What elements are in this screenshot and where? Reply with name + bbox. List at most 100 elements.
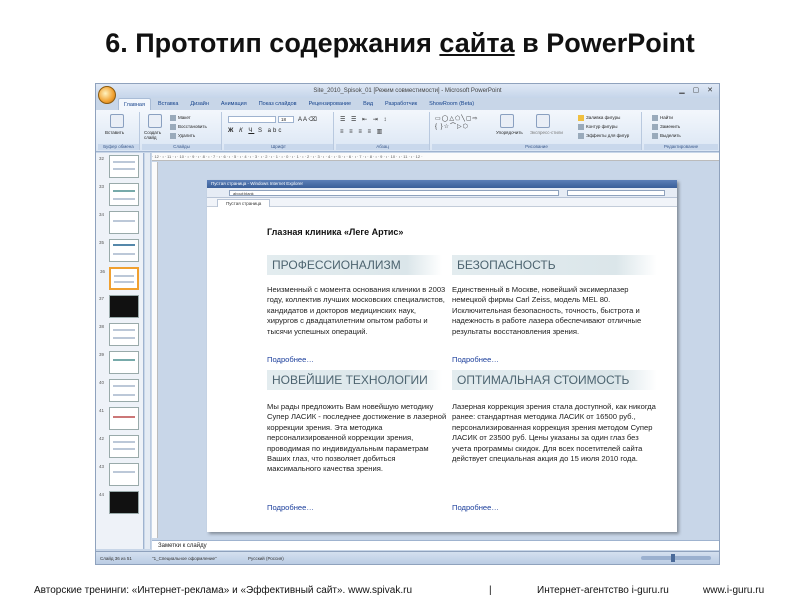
group-label-drawing: Рисование [432,144,641,150]
restore-button[interactable]: Восстановить [170,124,207,130]
group-drawing: ▭◯△⬠╲▢⇨{ }☆⌒▷⬡ Упорядочить Экспресс-стил… [432,112,642,150]
layout-button[interactable]: Макет [170,115,191,121]
tab-showroom[interactable]: ShowRoom (Beta) [424,98,479,110]
thumb-number: 32 [99,156,105,161]
window-controls[interactable]: ▁ ▢ ✕ [679,86,716,94]
tab-design[interactable]: Дизайн [185,98,214,110]
thumb-number: 33 [99,184,105,189]
shape-effects-button[interactable]: Эффекты для фигур [578,133,629,139]
font-grow-icon[interactable]: A A ⌫ [298,116,317,123]
zoom-slider-knob[interactable] [671,554,675,562]
align-icons[interactable]: ≡ ≡ ≡ ≡ ▥ [340,128,384,135]
select-button[interactable]: Выделить [652,133,681,139]
select-label: Выделить [660,133,681,139]
more-link[interactable]: Подробнее… [452,503,499,512]
tab-insert[interactable]: Вставка [153,98,183,110]
paste-button[interactable]: Вставить [105,130,124,135]
group-label-font: Шрифт [224,144,333,150]
section-heading: ОПТИМАЛЬНАЯ СТОИМОСТЬ [452,370,657,390]
section-text: Мы рады предложить Вам новейшую методику… [267,402,447,474]
slide-thumbnail[interactable]: 41 [99,407,139,430]
language-indicator[interactable]: Русский (Россия) [248,552,284,564]
arrange-button[interactable]: Упорядочить [496,130,523,135]
section-text: Неизменный с момента основания клиники в… [267,285,446,336]
slide-thumbnail[interactable]: 42 [99,435,139,458]
font-format-icons[interactable]: Ж К Ч S abc [228,128,283,134]
restore-icon [170,124,176,130]
thumb-number: 41 [99,408,105,413]
thumb-number: 42 [99,436,105,441]
slide-thumbnail-selected[interactable]: 36 [100,267,139,290]
thumb-number: 38 [99,324,105,329]
slide-thumbnail[interactable]: 40 [99,379,139,402]
slide-thumbnail[interactable]: 39 [99,351,139,374]
zoom-slider[interactable] [641,554,711,562]
restore-label: Восстановить [178,124,207,130]
tab-review[interactable]: Рецензирование [304,98,356,110]
tab-developer[interactable]: Разработчик [380,98,422,110]
thumb-number: 43 [99,464,105,469]
font-size-field[interactable]: 18 [278,116,294,123]
footer-separator: | [489,585,492,596]
more-link[interactable]: Подробнее… [267,503,314,512]
thumb-number: 39 [99,352,105,357]
browser-tabs: Пустая страница [207,198,677,207]
find-icon [652,115,658,121]
footer-right: www.i-guru.ru [703,585,765,596]
section-heading: НОВЕЙШИЕ ТЕХНОЛОГИИ [267,370,442,390]
select-icon [652,133,658,139]
slide-thumbnail[interactable]: 44 [99,491,139,514]
effects-icon [578,133,584,139]
delete-button[interactable]: Удалить [170,133,195,139]
notes-pane[interactable]: Заметки к слайду [152,540,719,550]
shape-outline-button[interactable]: Контур фигуры [578,124,617,130]
slide-thumbnail[interactable]: 38 [99,323,139,346]
shape-effects-label: Эффекты для фигур [586,133,630,139]
address-field[interactable]: about:blank [229,190,559,196]
slide-thumbnail[interactable]: 43 [99,463,139,486]
replace-icon [652,124,658,130]
find-button[interactable]: Найти [652,115,673,121]
arrange-icon[interactable] [500,114,514,128]
slide-thumbnail[interactable]: 34 [99,211,139,234]
create-slide-button[interactable]: Создать слайд [144,130,168,140]
footer: Авторские тренинги: «Интернет-реклама» и… [0,585,800,599]
replace-button[interactable]: Заменить [652,124,680,130]
slide-thumbnail[interactable]: 37 [99,295,139,318]
list-icons[interactable]: ☰ ☰ ⇤ ⇥ ↕ [340,116,388,123]
shape-fill-button[interactable]: Заливка фигуры [578,115,620,121]
website-prototype: Глазная клиника «Леге Артис» ПРОФЕССИОНА… [267,215,662,525]
slide-thumbnails-panel: 32 33 34 35 36 37 38 39 40 41 42 43 44 [96,153,144,549]
slide-thumbnail[interactable]: 32 [99,155,139,178]
section-heading: ПРОФЕССИОНАЛИЗМ [267,255,442,275]
quick-styles-button[interactable]: Экспресс-стили [530,130,563,135]
slide-canvas[interactable]: Пустая страница - Windows Internet Explo… [207,180,677,532]
slide-thumbnail[interactable]: 33 [99,183,139,206]
browser-tab[interactable]: Пустая страница [217,199,271,207]
tab-home[interactable]: Главная [118,98,151,110]
slide-thumbnail[interactable]: 35 [99,239,139,262]
layout-label: Макет [178,115,191,121]
group-label-paragraph: Абзац [336,144,429,150]
more-link[interactable]: Подробнее… [452,355,499,364]
quick-styles-icon[interactable] [536,114,550,128]
thumb-number: 44 [99,492,105,497]
horizontal-ruler: · 12 · ı · 11 · ı · 10 · ı · 9 · ı · 8 ·… [152,153,719,161]
browser-search-field[interactable] [567,190,665,196]
shape-outline-label: Контур фигуры [586,124,618,130]
tab-animation[interactable]: Анимация [216,98,252,110]
replace-label: Заменить [660,124,681,130]
thumb-number: 37 [99,296,105,301]
ribbon: Вставить Буфер обмена Создать слайд Маке… [96,110,719,152]
tab-view[interactable]: Вид [358,98,378,110]
paste-icon[interactable] [110,114,124,128]
new-slide-icon[interactable] [148,114,162,128]
title-suffix: в PowerPoint [514,28,695,58]
more-link[interactable]: Подробнее… [267,355,314,364]
thumbnails-scrollbar[interactable] [145,153,151,549]
font-name-field[interactable] [228,116,276,123]
fill-icon [578,115,584,121]
shapes-gallery-icons[interactable]: ▭◯△⬠╲▢⇨{ }☆⌒▷⬡ [435,115,497,139]
tab-slideshow[interactable]: Показ слайдов [254,98,302,110]
office-button-icon[interactable] [98,86,116,104]
